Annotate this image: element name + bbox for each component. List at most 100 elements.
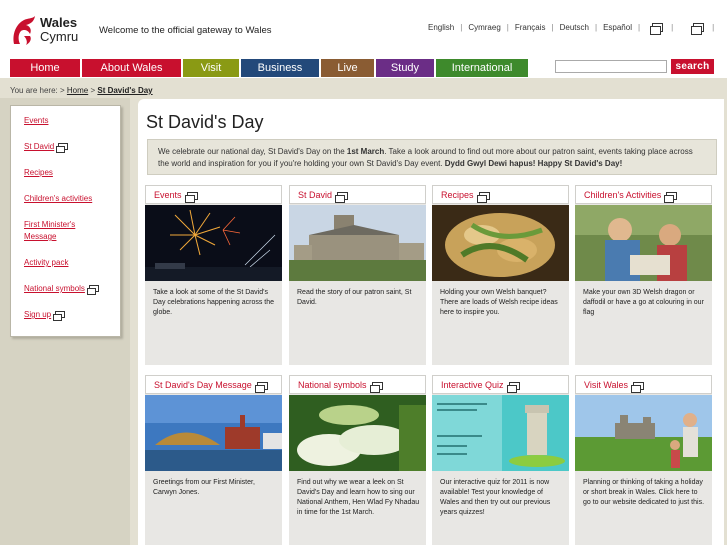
new-window-icon [56,143,69,154]
nav-tab-live[interactable]: Live [321,59,374,77]
breadcrumb: You are here: > Home > St David's Day [10,86,153,95]
intro-greeting: Dydd Gwyl Dewi hapus! Happy St David's D… [444,159,623,168]
fireworks-image[interactable] [145,205,282,281]
children-image[interactable] [575,205,712,281]
card-title-text: Children's Activities [584,190,662,200]
new-window-icon [664,191,678,203]
card-recipes[interactable]: Recipes Holding your own Welsh banquet? … [432,185,569,365]
card-title-text: Events [154,190,182,200]
nav-tab-international[interactable]: International [436,59,528,77]
card-title[interactable]: Recipes [432,185,569,204]
card-events[interactable]: Events Take a look at some of the St Dav… [145,185,282,365]
sidebar-item-label: National symbols [24,284,85,293]
card-title[interactable]: Interactive Quiz [432,375,569,394]
breadcrumb-sep: > [90,86,96,95]
card-national-symbols[interactable]: National symbols Find out why we wear a … [289,375,426,545]
search-button[interactable]: search [671,59,714,74]
lang-divider: | [712,23,715,32]
section-sidebar: Events St David Recipes Children's activ… [10,105,121,337]
sidebar-item-events[interactable]: Events [24,115,120,127]
card-title-text: St David's Day Message [154,380,252,390]
sidebar-item-label: Children's activities [24,194,93,203]
breadcrumb-current[interactable]: St David's Day [97,86,152,95]
card-description: Read the story of our patron saint, St D… [297,289,412,306]
sidebar-item-childrens-activities[interactable]: Children's activities [24,193,120,205]
lang-espanol[interactable]: Español [603,23,632,32]
castle-image[interactable] [575,395,712,471]
lang-english[interactable]: English [428,23,454,32]
sidebar-item-label: Activity pack [24,258,69,267]
leeks-image[interactable] [289,395,426,471]
sidebar-item-label: Events [24,116,49,125]
card-description: Make your own 3D Welsh dragon or daffodi… [583,289,704,316]
new-window-icon [631,381,645,393]
nav-tab-about-wales[interactable]: About Wales [82,59,181,77]
wales-logo[interactable]: Wales Cymru [10,14,80,48]
card-visit-wales[interactable]: Visit Wales Planning or thinking of taki… [575,375,712,545]
nav-tab-business[interactable]: Business [241,59,319,77]
new-window-icon [184,191,198,203]
sidebar-item-label: Recipes [24,168,53,177]
lang-deutsch[interactable]: Deutsch [560,23,589,32]
card-st-david[interactable]: St David Read the story of our patron sa… [289,185,426,365]
sidebar-item-first-ministers-message[interactable]: First Minister's Message [24,219,88,243]
card-title-text: Interactive Quiz [441,380,504,390]
dragon-logo-icon [13,16,35,45]
card-description: Our interactive quiz for 2011 is now ava… [440,479,551,516]
card-title[interactable]: Children's Activities [575,185,712,204]
card-title[interactable]: St David's Day Message [145,375,282,394]
lang-cymraeg[interactable]: Cymraeg [468,23,500,32]
new-window-icon[interactable] [691,23,705,35]
sidebar-item-label: Sign up [24,310,52,319]
sidebar-item-activity-pack[interactable]: Activity pack [24,257,120,269]
card-childrens-activities[interactable]: Children's Activities Make your own 3D W… [575,185,712,365]
card-title[interactable]: Events [145,185,282,204]
sidebar-item-st-david[interactable]: St David [24,141,120,154]
lang-divider: | [551,23,554,32]
sidebar-item-recipes[interactable]: Recipes [24,167,120,179]
nav-tab-study[interactable]: Study [376,59,434,77]
sidebar-item-sign-up[interactable]: Sign up [24,309,120,322]
nav-tab-visit[interactable]: Visit [183,59,239,77]
site-tagline: Welcome to the official gateway to Wales [99,25,272,36]
card-description: Planning or thinking of taking a holiday… [583,479,705,506]
quiz-image[interactable] [432,395,569,471]
language-selector: English | Cymraeg | Français | Deutsch | Esp… [428,23,720,35]
lang-divider: | [594,23,598,32]
card-st-davids-day-message[interactable]: St David's Day Message Greetings from ou… [145,375,282,545]
main-navigation: Home About Wales Visit Business Live Stu… [10,59,530,77]
lang-divider: | [671,23,674,32]
card-title[interactable]: National symbols [289,375,426,394]
card-description: Take a look at some of the St David's Da… [153,289,275,316]
sidebar-item-label: First Minister's Message [24,220,76,241]
page-title: St David's Day [146,112,264,132]
new-window-icon[interactable] [650,23,664,35]
logo-line1: Wales [40,15,78,30]
cardiff-bay-image[interactable] [145,395,282,471]
intro-text: We celebrate our national day, St David'… [158,147,347,156]
lang-divider: | [637,23,641,32]
search-input[interactable] [555,60,667,73]
lang-francais[interactable]: Français [515,23,546,32]
card-interactive-quiz[interactable]: Interactive Quiz Our interactive quiz fo… [432,375,569,545]
new-window-icon [53,311,66,322]
food-image[interactable] [432,205,569,281]
intro-date: 1st March [346,147,385,156]
intro-box: We celebrate our national day, St David'… [147,139,717,175]
lang-divider: | [460,23,463,32]
cathedral-image[interactable] [289,205,426,281]
new-window-icon [335,191,349,203]
breadcrumb-home-link[interactable]: Home [67,86,88,95]
breadcrumb-prefix: You are here: > [10,86,65,95]
nav-tab-home[interactable]: Home [10,59,80,77]
new-window-icon [254,381,268,393]
card-description: Find out why we wear a leek on St David'… [297,479,420,516]
card-description: Greetings from our First Minister, Carwy… [153,479,255,496]
sidebar-item-national-symbols[interactable]: National symbols [24,283,120,296]
card-title[interactable]: St David [289,185,426,204]
new-window-icon [476,191,490,203]
new-window-icon [86,285,99,296]
card-title-text: Visit Wales [584,380,629,390]
new-window-icon [369,381,383,393]
card-title[interactable]: Visit Wales [575,375,712,394]
